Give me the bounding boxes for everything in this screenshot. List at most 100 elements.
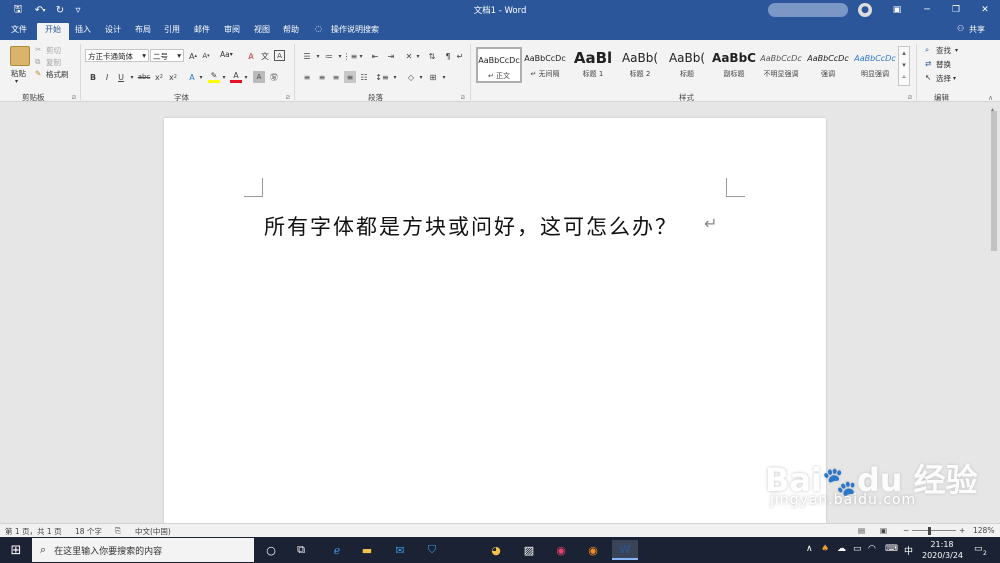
grow-font-icon[interactable]: A ▴ [187, 50, 199, 62]
find-button[interactable]: 查找 ▾ [936, 45, 958, 56]
tab-home[interactable]: 开始 [37, 23, 69, 40]
tab-design[interactable]: 设计 [105, 24, 121, 35]
find-icon[interactable]: ⌕ [925, 45, 929, 55]
app-orange-icon[interactable]: ◉ [580, 540, 606, 560]
document-page[interactable]: 所有字体都是方块或问好，这可怎么办？ ↵ [164, 118, 826, 523]
tab-references[interactable]: 引用 [164, 24, 180, 35]
sort-icon[interactable]: ⇅ [426, 50, 438, 62]
line-spacing-dropdown-icon[interactable]: ▾ [389, 71, 401, 83]
font-name-select[interactable]: 方正卡通简体 ▾ [85, 49, 149, 62]
font-size-select[interactable]: 二号 ▾ [150, 49, 184, 62]
wifi-icon[interactable]: ◠ [868, 544, 876, 554]
cut-icon[interactable]: ✂ [35, 45, 41, 54]
paste-dropdown-icon[interactable]: ▾ [15, 78, 18, 85]
vertical-scrollbar[interactable]: ▴ [988, 103, 1000, 523]
change-case-button[interactable]: Aa ▾ [220, 50, 233, 59]
photos-icon[interactable]: ▨ [516, 540, 542, 560]
tab-file[interactable]: 文件 [11, 24, 27, 35]
chinese-layout-dropdown-icon[interactable]: ▾ [412, 50, 424, 62]
bold-icon[interactable]: B [87, 71, 99, 83]
paragraph-launcher-icon[interactable]: ⧄ [461, 94, 465, 102]
styles-gallery-scroll[interactable]: ▴ ▾ ⩡ [898, 46, 910, 86]
distributed-icon[interactable]: ☷ [358, 71, 370, 83]
mail-icon[interactable]: ✉ [387, 540, 413, 560]
subscript-icon[interactable]: x2 [153, 71, 165, 83]
document-text[interactable]: 所有字体都是方块或问好，这可怎么办？ [264, 211, 678, 241]
account-name[interactable] [768, 3, 848, 17]
align-center-icon[interactable]: ≡ [316, 71, 328, 83]
superscript-icon[interactable]: x2 [167, 71, 179, 83]
select-button[interactable]: 选择 ▾ [936, 73, 956, 84]
format-painter-button[interactable]: 格式刷 [46, 69, 69, 80]
cortana-icon[interactable]: ○ [258, 540, 284, 560]
font-launcher-icon[interactable]: ⧄ [286, 94, 290, 102]
share-button[interactable]: 共享 [969, 24, 985, 35]
zoom-in-icon[interactable]: + [959, 526, 965, 535]
start-icon[interactable]: ⊞ [3, 540, 29, 560]
copy-icon[interactable]: ⧉ [35, 57, 40, 67]
show-marks-icon[interactable]: ¶ [442, 50, 454, 62]
proofing-icon[interactable]: ⎘ [115, 526, 121, 536]
italic-icon[interactable]: I [101, 71, 113, 83]
zoom-level[interactable]: 128% [973, 526, 994, 535]
clear-formatting-icon[interactable]: A̷ [245, 50, 257, 62]
align-left-icon[interactable]: ≡ [301, 71, 313, 83]
scroll-thumb[interactable] [991, 111, 997, 251]
line-spacing-icon[interactable]: ↕≡ [375, 71, 388, 83]
tab-mailings[interactable]: 邮件 [194, 24, 210, 35]
shrink-font-icon[interactable]: A ▾ [200, 50, 212, 62]
align-right-icon[interactable]: ≡ [330, 71, 342, 83]
tray-chevron-icon[interactable]: ∧ [806, 544, 813, 554]
select-icon[interactable]: ↖ [925, 73, 931, 82]
word-taskbar-icon[interactable]: W [612, 540, 638, 560]
style-title[interactable]: AaBb( 标题 [664, 47, 710, 83]
undo-dropdown-icon[interactable]: ▾ [40, 3, 48, 17]
clipboard-launcher-icon[interactable]: ⧄ [72, 94, 76, 102]
tray-app-icon[interactable]: ♠ [821, 544, 829, 554]
increase-indent-icon[interactable]: ⇥ [385, 50, 397, 62]
cut-button[interactable]: 剪切 [46, 45, 61, 56]
style-intense-emphasis[interactable]: AaBbCcDc 明显强调 [852, 47, 898, 83]
word-count[interactable]: 18 个字 [75, 526, 102, 537]
styles-launcher-icon[interactable]: ⧄ [908, 94, 912, 102]
style-subtitle[interactable]: AaBbC 副标题 [711, 47, 757, 83]
character-shading-icon[interactable]: A [253, 71, 265, 83]
restore-icon[interactable]: ❐ [941, 0, 971, 20]
format-painter-icon[interactable]: ✎ [35, 69, 41, 78]
enclose-characters-icon[interactable]: ㊢ [268, 71, 280, 83]
tab-layout[interactable]: 布局 [135, 24, 151, 35]
file-explorer-icon[interactable]: ▬ [354, 540, 380, 560]
avatar-icon[interactable]: ● [858, 3, 872, 17]
replace-icon[interactable]: ⇄ [925, 59, 931, 68]
taskbar-search[interactable]: ⌕ 在这里输入你要搜索的内容 [32, 538, 254, 562]
text-effects-dropdown-icon[interactable]: ▾ [195, 71, 207, 83]
customize-toolbar-icon[interactable]: ▿ [70, 3, 86, 17]
paste-icon[interactable] [10, 46, 30, 66]
keyboard-icon[interactable]: ⌨ [885, 544, 898, 554]
style-heading-1[interactable]: AaBl 标题 1 [570, 47, 616, 83]
style-normal[interactable]: AaBbCcDc ↵ 正文 [476, 47, 522, 83]
print-layout-icon[interactable]: ▣ [880, 526, 887, 535]
justify-icon[interactable]: ≡ [344, 71, 356, 83]
strikethrough-icon[interactable]: abc [137, 71, 151, 83]
task-view-icon[interactable]: ⧉ [288, 540, 314, 560]
page-count[interactable]: 第 1 页，共 1 页 [5, 526, 62, 537]
decrease-indent-icon[interactable]: ⇤ [369, 50, 381, 62]
save-icon[interactable]: 🖫 [10, 3, 26, 17]
highlight-dropdown-icon[interactable]: ▾ [218, 71, 230, 83]
asian-typography-icon[interactable]: ↵ [454, 50, 466, 62]
tab-help[interactable]: 帮助 [283, 24, 299, 35]
style-heading-2[interactable]: AaBb( 标题 2 [617, 47, 663, 83]
zoom-slider[interactable] [912, 530, 956, 531]
borders-dropdown-icon[interactable]: ▾ [438, 71, 450, 83]
minimize-icon[interactable]: ─ [912, 0, 942, 20]
action-center-icon[interactable]: ▭ [974, 544, 983, 554]
ime-indicator[interactable]: 中 [904, 544, 913, 557]
font-color-dropdown-icon[interactable]: ▾ [240, 71, 252, 83]
read-mode-icon[interactable]: ▤ [858, 526, 865, 535]
cloud-icon[interactable]: ☁ [837, 544, 846, 554]
zoom-out-icon[interactable]: − [903, 526, 909, 535]
clock[interactable]: 21:18 2020/3/24 [922, 539, 963, 561]
store-icon[interactable]: ⛉ [419, 540, 445, 560]
style-no-spacing[interactable]: AaBbCcDc ↵ 无间隔 [522, 47, 568, 83]
